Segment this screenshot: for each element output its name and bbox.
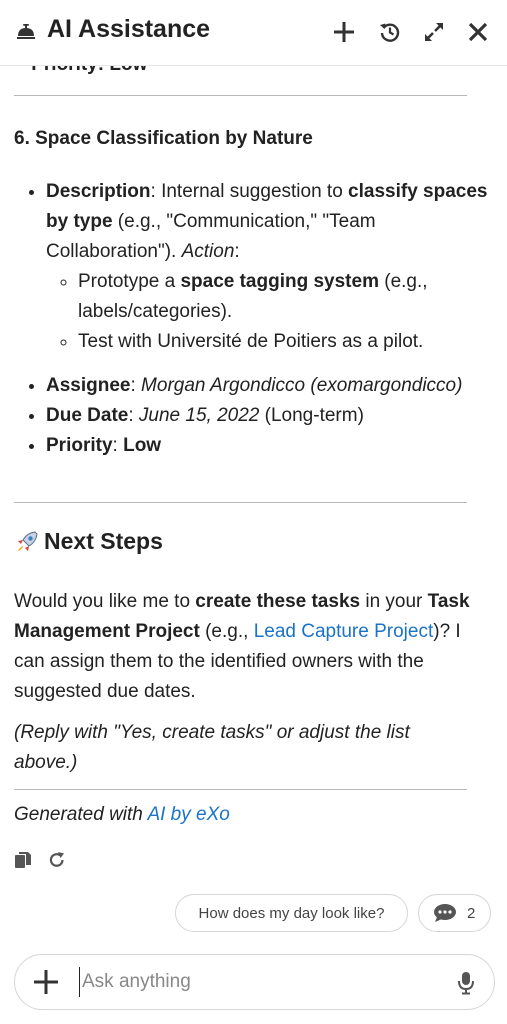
close-button[interactable] [465, 19, 491, 45]
history-icon [380, 23, 400, 42]
lead-capture-project-link[interactable]: Lead Capture Project [254, 621, 434, 642]
close-icon [468, 22, 488, 42]
new-chat-button[interactable] [331, 19, 357, 45]
expand-icon [425, 23, 443, 41]
section-heading: 6. Space Classification by Nature [14, 128, 313, 149]
task-details-list: Description: Internal suggestion to clas… [14, 177, 506, 357]
task-meta-list: Assignee: Morgan Argondicco (exomargondi… [14, 371, 506, 461]
comments-count: 2 [467, 904, 476, 922]
history-button[interactable] [377, 19, 403, 45]
next-steps-heading: Next Steps [14, 528, 163, 555]
next-steps-paragraph: Would you like me to create these tasks … [14, 591, 470, 702]
reply-hint: (Reply with "Yes, create tasks" or adjus… [14, 722, 410, 773]
regenerate-button[interactable] [48, 851, 66, 869]
attach-plus-icon[interactable] [33, 969, 59, 995]
suggestion-chip[interactable]: How does my day look like? [175, 894, 408, 932]
copy-icon [15, 852, 31, 868]
chat-message-area[interactable]: • Priority: Low 6. Space Classification … [0, 66, 507, 946]
copy-button[interactable] [14, 851, 32, 869]
chat-input[interactable] [79, 967, 442, 997]
rocket-icon [18, 530, 38, 551]
expand-button[interactable] [421, 19, 447, 45]
chat-input-bar [14, 954, 495, 1010]
chat-bubble-icon [434, 904, 456, 922]
list-item: Test with Université de Poitiers as a pi… [78, 327, 506, 357]
comments-chip[interactable]: 2 [418, 894, 491, 932]
list-item: Prototype a space tagging system (e.g., … [78, 267, 506, 327]
plus-icon [334, 22, 354, 42]
bell-icon [17, 24, 35, 39]
microphone-icon[interactable] [457, 971, 475, 995]
ai-by-exo-link[interactable]: AI by eXo [147, 804, 229, 825]
refresh-icon [49, 852, 64, 867]
list-item-assignee: Assignee: Morgan Argondicco (exomargondi… [46, 371, 506, 401]
action-sublist: Prototype a space tagging system (e.g., … [46, 267, 506, 357]
list-item-description: Description: Internal suggestion to clas… [46, 177, 506, 357]
panel-title: AI Assistance [47, 15, 211, 43]
cut-off-priority-line: • Priority: Low [14, 66, 147, 76]
divider [14, 95, 467, 96]
generated-with-note: Generated with AI by eXo [14, 804, 230, 825]
divider [14, 789, 467, 790]
assistant-header: AI Assistance [0, 0, 507, 66]
divider [14, 502, 467, 503]
list-item-priority: Priority: Low [46, 431, 506, 461]
list-item-due-date: Due Date: June 15, 2022 (Long-term) [46, 401, 506, 431]
